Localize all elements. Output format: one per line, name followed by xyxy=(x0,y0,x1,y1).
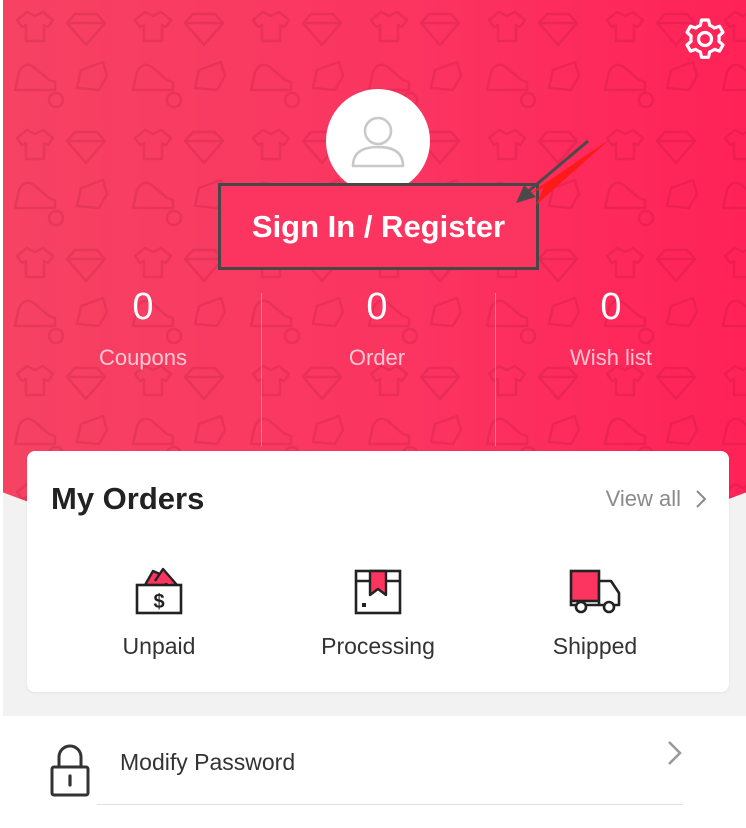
account-page: Sign In / Register 0 Coupons 0 Order 0 W… xyxy=(0,0,746,828)
processing-box-icon xyxy=(354,569,402,615)
unpaid-label: Unpaid xyxy=(122,633,196,659)
view-all-orders-link[interactable]: View all xyxy=(606,486,707,512)
order-status-shipped[interactable]: Shipped xyxy=(495,567,695,660)
order-count: 0 xyxy=(366,286,388,328)
wish-list-label: Wish list xyxy=(570,345,652,370)
my-orders-card: My Orders View all $ Unpaid Processing S… xyxy=(27,451,729,692)
order-label: Order xyxy=(348,345,406,370)
sign-in-register-button[interactable]: Sign In / Register xyxy=(218,183,539,270)
settings-button[interactable] xyxy=(682,16,728,62)
stat-coupons[interactable]: 0 Coupons xyxy=(26,283,260,371)
coupons-count: 0 xyxy=(132,286,154,328)
menu-divider xyxy=(97,804,683,805)
coupons-label: Coupons xyxy=(98,345,188,370)
stat-wish-list[interactable]: 0 Wish list xyxy=(494,283,728,371)
modify-password-label: Modify Password xyxy=(120,749,296,775)
avatar[interactable] xyxy=(326,89,430,193)
unpaid-wallet-icon: $ xyxy=(135,567,183,615)
gear-icon xyxy=(685,18,725,59)
sign-in-register-label: Sign In / Register xyxy=(251,208,506,244)
stat-order[interactable]: 0 Order xyxy=(260,283,494,371)
chevron-right-icon xyxy=(696,490,707,508)
processing-label: Processing xyxy=(321,633,435,659)
shipped-label: Shipped xyxy=(552,633,638,659)
wish-list-count: 0 xyxy=(600,286,622,328)
lock-icon xyxy=(50,744,90,797)
order-status-processing[interactable]: Processing xyxy=(278,567,478,660)
shipped-truck-icon xyxy=(569,569,621,614)
svg-text:$: $ xyxy=(153,591,164,613)
user-icon xyxy=(351,116,405,168)
chevron-right-icon xyxy=(668,741,682,765)
my-orders-title: My Orders xyxy=(51,481,205,516)
order-status-unpaid[interactable]: $ Unpaid xyxy=(59,567,259,660)
annotation-arrow xyxy=(516,139,610,205)
menu-item-modify-password[interactable]: Modify Password xyxy=(3,716,746,828)
view-all-label: View all xyxy=(605,486,681,511)
